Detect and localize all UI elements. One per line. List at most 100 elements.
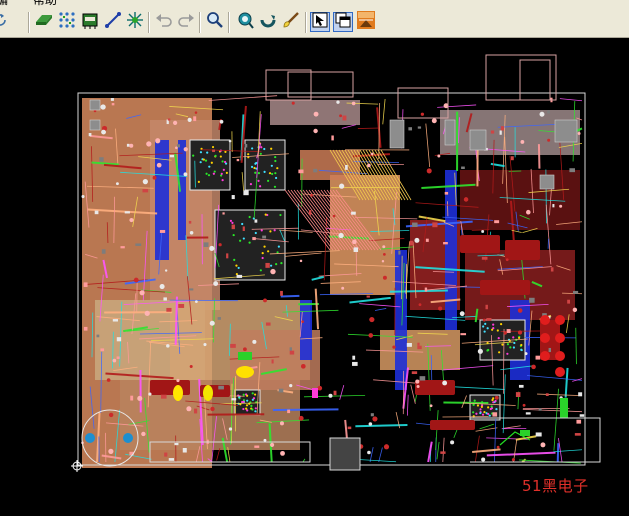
pin-swap-icon [126,11,144,33]
toolbar-button-select-mode[interactable] [310,12,330,32]
via [496,445,500,449]
via [228,427,233,431]
toolbar-button-component[interactable] [80,12,100,32]
via [336,100,340,104]
smd-pad [409,240,414,246]
bga-ball [498,351,501,354]
smd-pad [308,210,312,215]
smd-pad [289,347,292,352]
toolbar-button-connection[interactable] [103,12,123,32]
smd-pad [231,224,235,230]
bga-ball [192,154,195,157]
smd-pad [500,126,504,131]
bga-ball [206,151,209,154]
menu-item-help[interactable]: 帮助 [33,0,57,7]
bga-ball [513,341,516,345]
via [310,193,313,197]
component-green [238,352,252,360]
smd-pad [529,297,535,303]
trace [562,292,583,295]
via [370,152,374,156]
bga-ball [275,263,278,266]
via [383,253,386,256]
via [156,162,162,168]
via [152,175,157,180]
toolbar-button-rotate[interactable] [258,12,278,32]
via [381,260,385,263]
trace [280,294,300,298]
bga-ball [237,266,240,270]
bga-ball [492,323,495,326]
smd-pad [331,135,334,141]
smd-pad [262,235,267,239]
trace [401,255,403,300]
bga-ball [251,147,254,150]
toolbar-separator [305,12,307,33]
bga-ball [235,272,238,276]
connector-pad [555,367,565,377]
smd-pad [226,253,229,259]
toolbar-button-redo[interactable] [176,12,196,32]
via [210,406,215,412]
trace [284,252,322,257]
via [219,119,224,124]
trace [355,424,408,428]
via [133,277,139,283]
trace [522,408,583,413]
trace [472,448,501,453]
plane-strip [155,140,169,260]
bga-ball [249,183,253,186]
toolbar-button-pads[interactable] [356,11,376,32]
via [429,404,433,408]
smd-pad [160,394,167,399]
smd-pad [142,189,149,193]
smd-pad [579,414,585,417]
menu-item-edit[interactable]: 编 [0,0,8,7]
copper-blob [415,380,455,395]
bga-ball [211,145,215,149]
trace [564,367,569,398]
pcb-canvas[interactable]: 51黑电子 [0,38,629,516]
trace [272,408,339,411]
via [252,339,257,344]
via [414,237,420,243]
bga-ball [268,172,272,175]
toolbar-button-view[interactable] [235,12,255,32]
via [166,344,170,348]
bga-ball [214,154,217,157]
smd-pad [366,295,370,298]
trace [461,395,467,409]
bga-ball [492,327,495,330]
bga-ball [274,176,278,180]
bga-ball [483,410,486,414]
via [213,281,219,286]
toolbar-button-window-mode[interactable] [333,12,353,32]
toolbar-button-fanout[interactable] [57,12,77,32]
via [137,395,143,402]
toolbar-button-zoom[interactable] [205,12,225,32]
toolbar-button-undo[interactable] [154,12,174,32]
smd-pad [222,212,225,215]
via [129,143,134,148]
bga-ball [254,162,257,165]
component-green [560,398,568,418]
toolbar-button-route[interactable] [34,12,54,32]
via [328,393,333,398]
toolbar-button-redraw[interactable] [0,12,10,32]
bga-ball [251,392,254,395]
copper-blob [460,235,500,253]
connector-bottom [329,437,361,471]
bga-ball [487,412,490,416]
toolbar-button-brush[interactable] [281,12,301,32]
bga-ball [233,258,236,261]
smd-pad [298,169,304,174]
smd-pad [353,247,359,252]
smd-pad [545,393,549,397]
smd-pad [535,432,542,437]
via [263,298,267,303]
smd-pad [278,388,284,393]
bga-ball [479,411,482,415]
toolbar-button-pin-swap[interactable] [125,12,145,32]
component-body [469,129,487,151]
trace [410,384,416,404]
